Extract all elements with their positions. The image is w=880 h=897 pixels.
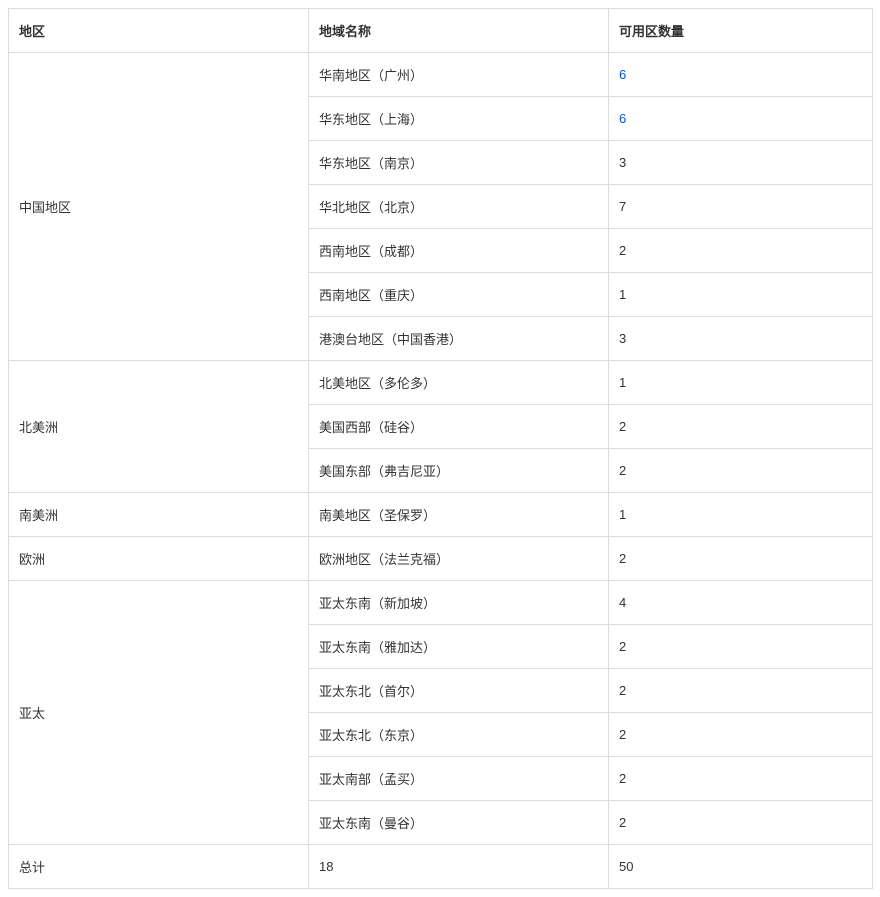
total-row: 总计1850 xyxy=(9,845,873,889)
region-cell: 西南地区（成都） xyxy=(309,229,609,273)
azcount-cell: 2 xyxy=(609,537,873,581)
area-cell: 亚太 xyxy=(9,581,309,845)
region-cell: 华东地区（上海） xyxy=(309,97,609,141)
region-cell: 港澳台地区（中国香港） xyxy=(309,317,609,361)
region-cell: 美国东部（弗吉尼亚） xyxy=(309,449,609,493)
region-availability-table: 地区 地域名称 可用区数量 中国地区华南地区（广州）6华东地区（上海）6华东地区… xyxy=(8,8,873,889)
region-cell: 亚太东南（曼谷） xyxy=(309,801,609,845)
azcount-cell: 2 xyxy=(609,625,873,669)
table-row: 欧洲欧洲地区（法兰克福）2 xyxy=(9,537,873,581)
region-cell: 欧洲地区（法兰克福） xyxy=(309,537,609,581)
region-cell: 美国西部（硅谷） xyxy=(309,405,609,449)
region-cell: 亚太南部（孟买） xyxy=(309,757,609,801)
area-cell: 中国地区 xyxy=(9,53,309,361)
region-cell: 华南地区（广州） xyxy=(309,53,609,97)
header-area: 地区 xyxy=(9,9,309,53)
region-cell: 北美地区（多伦多） xyxy=(309,361,609,405)
header-azcount: 可用区数量 xyxy=(609,9,873,53)
region-cell: 亚太东南（新加坡） xyxy=(309,581,609,625)
azcount-cell: 1 xyxy=(609,493,873,537)
azcount-cell[interactable]: 6 xyxy=(609,53,873,97)
header-region: 地域名称 xyxy=(309,9,609,53)
region-cell: 亚太东北（首尔） xyxy=(309,669,609,713)
table-row: 北美洲北美地区（多伦多）1 xyxy=(9,361,873,405)
azcount-cell: 2 xyxy=(609,405,873,449)
total-azcount: 50 xyxy=(609,845,873,889)
azcount-cell: 1 xyxy=(609,361,873,405)
azcount-cell: 2 xyxy=(609,801,873,845)
azcount-cell: 4 xyxy=(609,581,873,625)
table-row: 中国地区华南地区（广州）6 xyxy=(9,53,873,97)
azcount-cell: 2 xyxy=(609,713,873,757)
region-cell: 亚太东北（东京） xyxy=(309,713,609,757)
region-cell: 西南地区（重庆） xyxy=(309,273,609,317)
azcount-cell: 3 xyxy=(609,317,873,361)
region-cell: 亚太东南（雅加达） xyxy=(309,625,609,669)
table-row: 南美洲南美地区（圣保罗）1 xyxy=(9,493,873,537)
azcount-cell: 7 xyxy=(609,185,873,229)
total-regions: 18 xyxy=(309,845,609,889)
region-cell: 华北地区（北京） xyxy=(309,185,609,229)
azcount-cell: 2 xyxy=(609,669,873,713)
table-row: 亚太亚太东南（新加坡）4 xyxy=(9,581,873,625)
azcount-cell: 2 xyxy=(609,757,873,801)
area-cell: 北美洲 xyxy=(9,361,309,493)
azcount-cell: 1 xyxy=(609,273,873,317)
area-cell: 南美洲 xyxy=(9,493,309,537)
azcount-cell[interactable]: 6 xyxy=(609,97,873,141)
azcount-cell: 3 xyxy=(609,141,873,185)
total-label: 总计 xyxy=(9,845,309,889)
area-cell: 欧洲 xyxy=(9,537,309,581)
azcount-cell: 2 xyxy=(609,229,873,273)
region-cell: 华东地区（南京） xyxy=(309,141,609,185)
azcount-cell: 2 xyxy=(609,449,873,493)
region-cell: 南美地区（圣保罗） xyxy=(309,493,609,537)
table-header-row: 地区 地域名称 可用区数量 xyxy=(9,9,873,53)
